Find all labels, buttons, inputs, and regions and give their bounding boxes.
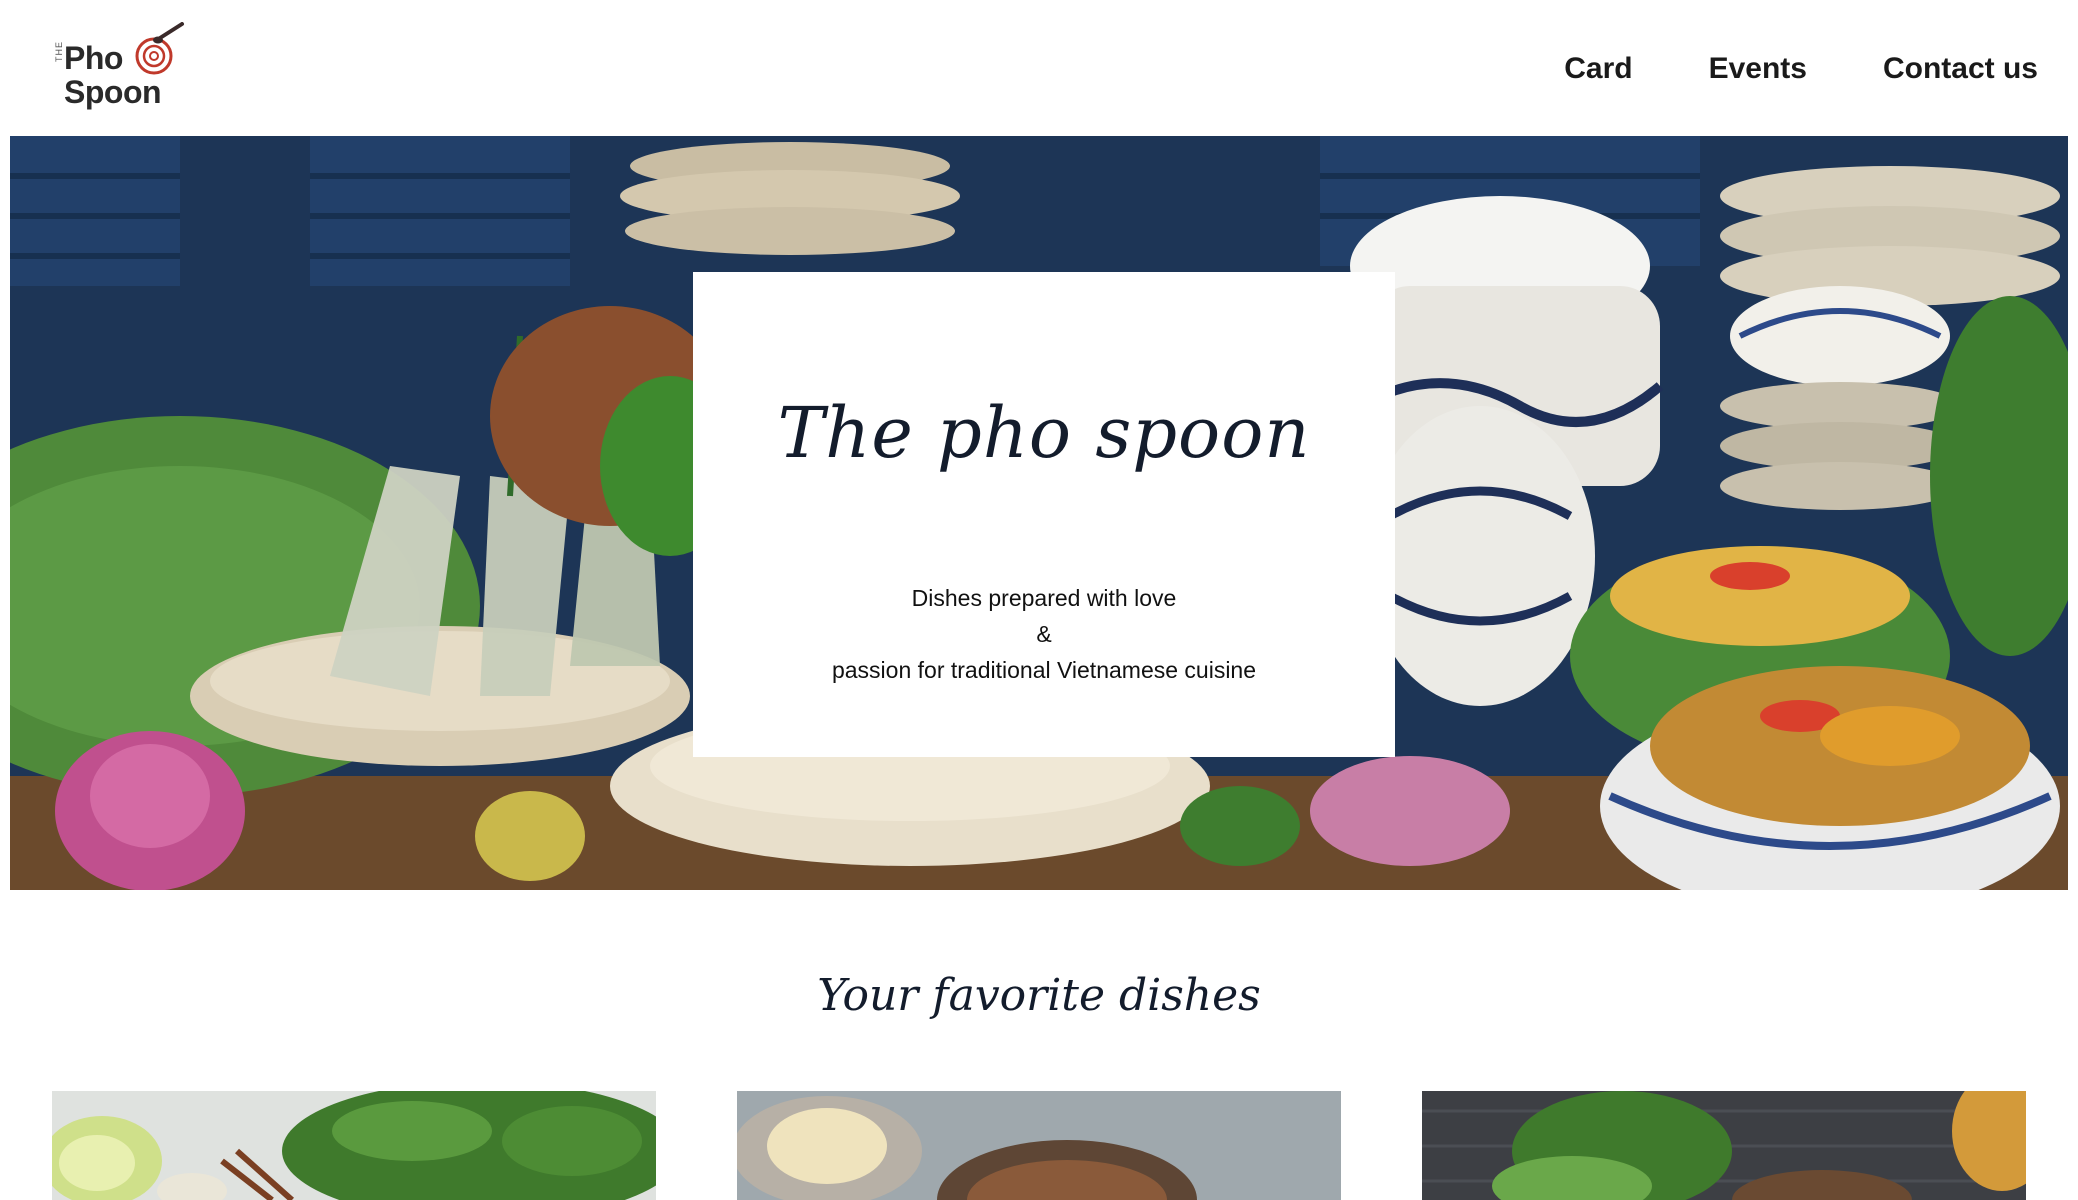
hero-subtitle: Dishes prepared with love & passion for … [693, 580, 1395, 688]
dish-card-2[interactable] [737, 1091, 1341, 1200]
hero-subtitle-line-3: passion for traditional Vietnamese cuisi… [831, 657, 1257, 683]
logo-line-pho: Pho [64, 40, 123, 76]
dish-card-3[interactable] [1422, 1091, 2026, 1200]
site-logo[interactable]: THE Pho Spoon [54, 22, 194, 112]
hero-subtitle-line-2: & [1036, 621, 1052, 647]
site-header: THE Pho Spoon Card Events Contact us [0, 0, 2078, 136]
dish-image-3 [1422, 1091, 2026, 1200]
noodle-bowl-icon [135, 22, 184, 75]
dish-image-1 [52, 1091, 656, 1200]
main-nav: Card Events Contact us [1564, 52, 2038, 86]
logo-line-spoon: Spoon [64, 74, 162, 110]
favorites-title: Your favorite dishes [817, 970, 1261, 1021]
dish-image-2 [737, 1091, 1341, 1200]
dish-card-1[interactable] [52, 1091, 656, 1200]
nav-link-contact-us[interactable]: Contact us [1883, 52, 2038, 86]
nav-link-card[interactable]: Card [1564, 52, 1632, 86]
hero-title: The pho spoon [777, 392, 1311, 474]
nav-link-events[interactable]: Events [1709, 52, 1807, 86]
hero-banner: The pho spoon Dishes prepared with love … [10, 136, 2068, 890]
hero-subtitle-line-1: Dishes prepared with love [911, 585, 1177, 611]
logo-prefix: THE [54, 41, 64, 62]
hero-intro-card: The pho spoon Dishes prepared with love … [693, 272, 1395, 757]
